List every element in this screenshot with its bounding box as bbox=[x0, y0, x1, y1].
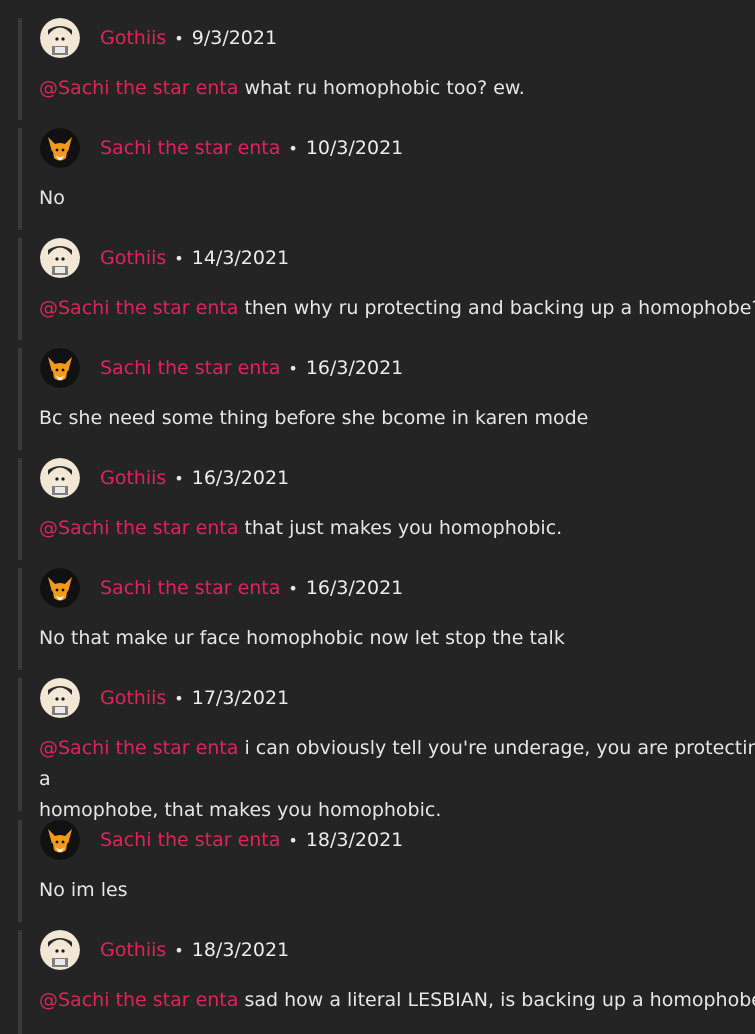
comment-item: Sachi the star enta • 18/3/2021 No im le… bbox=[18, 820, 755, 922]
sachi-fox-avatar-icon bbox=[40, 568, 80, 608]
comment-header: Sachi the star enta • 10/3/2021 bbox=[40, 128, 403, 168]
sachi-fox-avatar-icon bbox=[40, 128, 80, 168]
comment-text: then why ru protecting and backing up a … bbox=[238, 297, 755, 319]
comment-date: 18/3/2021 bbox=[305, 829, 404, 851]
comment-header: Sachi the star enta • 16/3/2021 bbox=[40, 568, 403, 608]
gothiis-avatar-icon bbox=[40, 678, 80, 718]
separator: • bbox=[288, 138, 298, 158]
author-name[interactable]: Gothiis bbox=[100, 939, 166, 961]
author-name[interactable]: Gothiis bbox=[100, 467, 166, 489]
mention-link[interactable]: @Sachi the star enta bbox=[39, 737, 238, 759]
comment-text: Bc she need some thing before she bcome … bbox=[39, 407, 589, 429]
author-name[interactable]: Gothiis bbox=[100, 247, 166, 269]
separator: • bbox=[288, 830, 298, 850]
author-name[interactable]: Gothiis bbox=[100, 27, 166, 49]
sachi-fox-avatar-icon bbox=[40, 820, 80, 860]
comment-date: 16/3/2021 bbox=[191, 467, 290, 489]
separator: • bbox=[174, 248, 184, 268]
author-name[interactable]: Sachi the star enta bbox=[100, 577, 280, 599]
comment-text: what ru homophobic too? ew. bbox=[238, 77, 525, 99]
comment-date: 9/3/2021 bbox=[191, 27, 278, 49]
comment-header: Gothiis • 14/3/2021 bbox=[40, 238, 289, 278]
comment-header: Gothiis • 18/3/2021 bbox=[40, 930, 289, 970]
comment-text: No bbox=[39, 187, 65, 209]
comment-item: Sachi the star enta • 16/3/2021 No that … bbox=[18, 568, 755, 670]
author-name[interactable]: Gothiis bbox=[100, 687, 166, 709]
comment-date: 14/3/2021 bbox=[191, 247, 290, 269]
comment-item: Sachi the star enta • 10/3/2021 No bbox=[18, 128, 755, 230]
comment-body: @Sachi the star enta that just makes you… bbox=[39, 513, 755, 544]
mention-link[interactable]: @Sachi the star enta bbox=[39, 297, 238, 319]
comment-item: Gothiis • 9/3/2021 @Sachi the star enta … bbox=[18, 18, 755, 120]
comment-item: Gothiis • 17/3/2021 @Sachi the star enta… bbox=[18, 678, 755, 821]
author-name[interactable]: Sachi the star enta bbox=[100, 829, 280, 851]
separator: • bbox=[288, 578, 298, 598]
comment-header: Gothiis • 17/3/2021 bbox=[40, 678, 289, 718]
avatar[interactable] bbox=[40, 18, 80, 58]
comment-text: sad how a literal LESBIAN, is backing up… bbox=[238, 989, 755, 1011]
comment-text: that just makes you homophobic. bbox=[238, 517, 563, 539]
separator: • bbox=[288, 358, 298, 378]
avatar[interactable] bbox=[40, 930, 80, 970]
separator: • bbox=[174, 688, 184, 708]
comment-date: 16/3/2021 bbox=[305, 357, 404, 379]
comment-body: No im les bbox=[39, 875, 755, 906]
comment-date: 18/3/2021 bbox=[191, 939, 290, 961]
comment-body: Bc she need some thing before she bcome … bbox=[39, 403, 755, 434]
avatar[interactable] bbox=[40, 678, 80, 718]
comment-header: Gothiis • 16/3/2021 bbox=[40, 458, 289, 498]
comment-thread: Gothiis • 9/3/2021 @Sachi the star enta … bbox=[0, 0, 755, 1034]
comment-item: Sachi the star enta • 16/3/2021 Bc she n… bbox=[18, 348, 755, 450]
comment-body: @Sachi the star enta i can obviously tel… bbox=[39, 733, 755, 826]
separator: • bbox=[174, 940, 184, 960]
comment-item: Gothiis • 14/3/2021 @Sachi the star enta… bbox=[18, 238, 755, 340]
separator: • bbox=[174, 28, 184, 48]
avatar[interactable] bbox=[40, 348, 80, 388]
avatar[interactable] bbox=[40, 820, 80, 860]
comment-body: @Sachi the star enta what ru homophobic … bbox=[39, 73, 755, 104]
gothiis-avatar-icon bbox=[40, 238, 80, 278]
author-name[interactable]: Sachi the star enta bbox=[100, 357, 280, 379]
comment-header: Gothiis • 9/3/2021 bbox=[40, 18, 277, 58]
mention-link[interactable]: @Sachi the star enta bbox=[39, 517, 238, 539]
comment-item: Gothiis • 18/3/2021 @Sachi the star enta… bbox=[18, 930, 755, 1034]
comment-body: @Sachi the star enta then why ru protect… bbox=[39, 293, 755, 324]
separator: • bbox=[174, 468, 184, 488]
comment-header: Sachi the star enta • 18/3/2021 bbox=[40, 820, 403, 860]
mention-link[interactable]: @Sachi the star enta bbox=[39, 77, 238, 99]
comment-text: No im les bbox=[39, 879, 128, 901]
comment-item: Gothiis • 16/3/2021 @Sachi the star enta… bbox=[18, 458, 755, 560]
avatar[interactable] bbox=[40, 568, 80, 608]
comment-date: 17/3/2021 bbox=[191, 687, 290, 709]
avatar[interactable] bbox=[40, 238, 80, 278]
author-name[interactable]: Sachi the star enta bbox=[100, 137, 280, 159]
gothiis-avatar-icon bbox=[40, 458, 80, 498]
gothiis-avatar-icon bbox=[40, 18, 80, 58]
comment-date: 16/3/2021 bbox=[305, 577, 404, 599]
mention-link[interactable]: @Sachi the star enta bbox=[39, 989, 238, 1011]
gothiis-avatar-icon bbox=[40, 930, 80, 970]
avatar[interactable] bbox=[40, 458, 80, 498]
avatar[interactable] bbox=[40, 128, 80, 168]
comment-text: No that make ur face homophobic now let … bbox=[39, 627, 565, 649]
sachi-fox-avatar-icon bbox=[40, 348, 80, 388]
comment-body: @Sachi the star enta sad how a literal L… bbox=[39, 985, 755, 1016]
comment-body: No bbox=[39, 183, 755, 214]
comment-date: 10/3/2021 bbox=[305, 137, 404, 159]
comment-header: Sachi the star enta • 16/3/2021 bbox=[40, 348, 403, 388]
comment-body: No that make ur face homophobic now let … bbox=[39, 623, 755, 654]
